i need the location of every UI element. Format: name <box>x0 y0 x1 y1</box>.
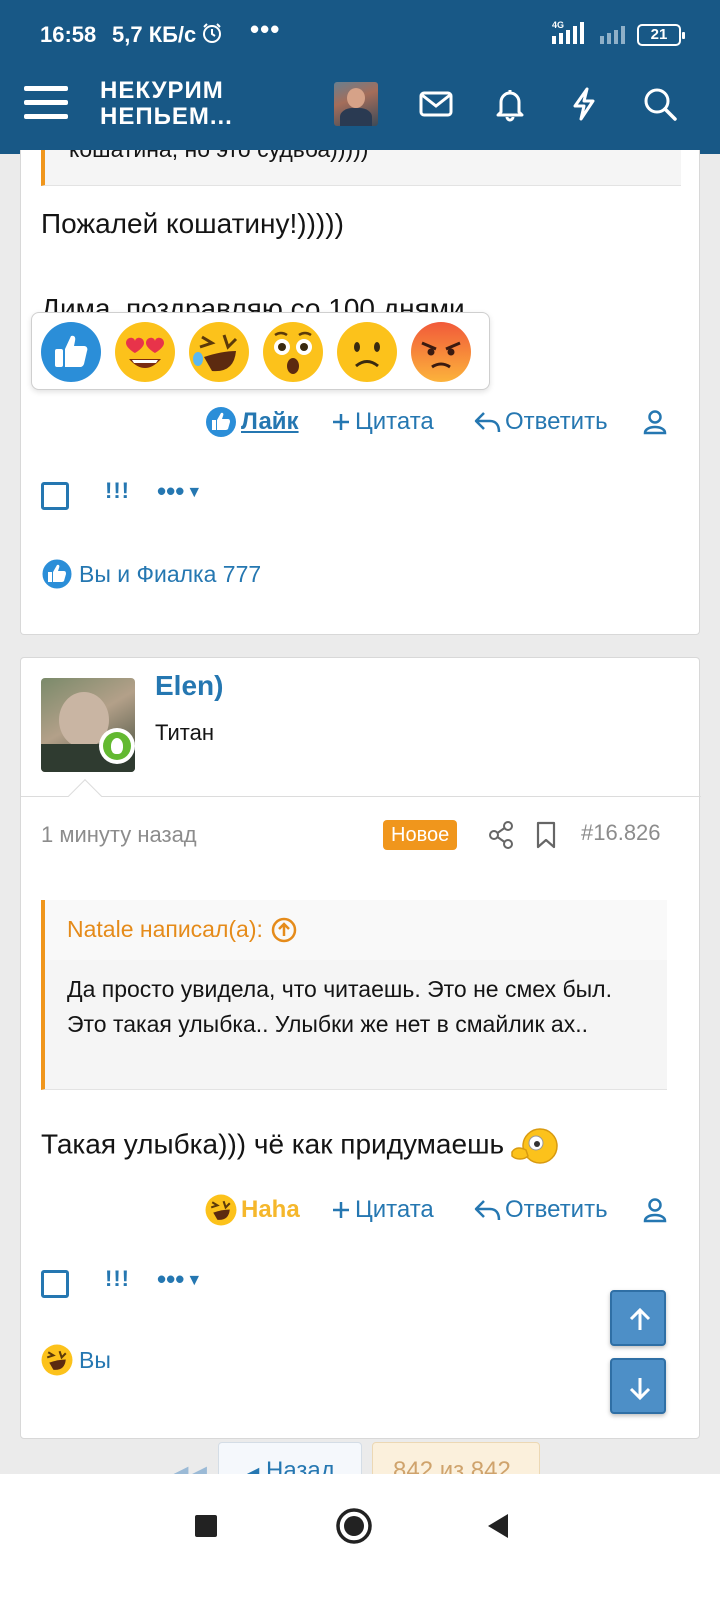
love-reaction-icon[interactable] <box>114 321 176 383</box>
battery-icon: 21 <box>637 24 685 46</box>
reaction-users: Вы <box>79 1346 111 1373</box>
app-header: НЕКУРИМ НЕПЬЕМ... <box>0 70 720 154</box>
recents-icon[interactable] <box>186 1506 226 1546</box>
user-title: Титан <box>155 720 214 745</box>
logo-line-1: НЕКУРИМ <box>100 77 224 104</box>
reply-icon <box>474 1200 501 1221</box>
sad-reaction-icon[interactable] <box>336 321 398 383</box>
inbox-icon[interactable] <box>418 86 454 122</box>
signal-icon <box>552 22 584 44</box>
user-menu-button[interactable] <box>643 1190 671 1230</box>
like-label: Лайк <box>241 408 299 435</box>
user-avatar[interactable] <box>334 82 378 126</box>
arrow-up-circle-icon <box>271 917 297 942</box>
reaction-picker <box>31 312 490 390</box>
post-card: Elen) Титан 1 минуту назад Новое #16.826… <box>20 657 701 1439</box>
reply-label: Ответить <box>505 408 608 435</box>
moderation-tools: !!! ••• ▼ <box>41 1264 241 1302</box>
signal-2-icon <box>600 26 625 44</box>
select-checkbox[interactable] <box>41 1270 69 1298</box>
post-card: кошатина, но это судьба))))) Пожалей кош… <box>20 150 700 635</box>
like-reaction-icon[interactable] <box>40 321 102 383</box>
user-icon <box>643 1198 667 1223</box>
alarm-icon <box>203 23 221 43</box>
bell-icon[interactable] <box>492 86 528 122</box>
quote-header: Natale написал(а): <box>45 900 667 960</box>
site-logo[interactable]: НЕКУРИМ НЕПЬЕМ... <box>100 78 233 130</box>
bookmark-icon[interactable] <box>535 820 557 850</box>
select-checkbox[interactable] <box>41 482 69 510</box>
new-badge: Новое <box>383 820 458 850</box>
arrow-down-icon <box>629 1378 651 1401</box>
share-icon[interactable] <box>487 820 515 850</box>
post-number-link[interactable]: #16.826 <box>581 820 661 846</box>
logo-line-2: НЕПЬЕМ... <box>100 103 233 130</box>
quote-button[interactable]: Цитата <box>331 402 434 442</box>
quote-label: Цитата <box>355 1196 434 1223</box>
post-actions: Haha Цитата Ответить <box>21 1190 701 1230</box>
quote-author-link[interactable]: Natale написал(а): <box>67 916 297 943</box>
moderation-tools: !!! ••• ▼ <box>41 476 241 514</box>
status-overflow-icon: ••• <box>250 14 281 44</box>
more-menu-button[interactable]: ••• ▼ <box>157 476 202 507</box>
plus-icon <box>333 1202 349 1218</box>
quote-text: Да просто увидела, что читаешь. Это не с… <box>67 976 612 1037</box>
post-message: Пожалей кошатину!))))) <box>41 208 344 239</box>
post-actions: Лайк Цитата Ответить <box>21 402 701 442</box>
status-network-speed: 5,7 КБ/с <box>112 22 197 47</box>
wow-reaction-icon[interactable] <box>262 321 324 383</box>
post-time[interactable]: 1 минуту назад <box>41 822 197 848</box>
quote-text: кошатина, но это судьба))))) <box>69 150 368 163</box>
username-link[interactable]: Elen) <box>155 670 223 702</box>
reaction-button[interactable]: Haha <box>205 1190 300 1230</box>
reaction-summary[interactable]: Вы <box>41 1344 111 1376</box>
report-button[interactable]: !!! <box>105 478 130 504</box>
quote-label: Цитата <box>355 408 434 435</box>
scroll-bottom-button[interactable] <box>610 1358 666 1414</box>
reply-label: Ответить <box>505 1196 608 1223</box>
haha-reaction-icon[interactable] <box>188 321 250 383</box>
angry-reaction-icon[interactable] <box>410 321 472 383</box>
arrow-up-icon <box>629 1307 651 1330</box>
quote-author: Natale написал(а): <box>67 916 263 942</box>
user-icon <box>643 410 667 435</box>
status-bar: 16:58 5,7 КБ/с ••• 4G 21 <box>0 0 720 70</box>
like-button[interactable]: Лайк <box>205 402 299 442</box>
system-nav-bar <box>0 1474 720 1600</box>
plus-icon <box>333 414 349 430</box>
report-button[interactable]: !!! <box>105 1266 130 1292</box>
haha-icon <box>205 1194 237 1226</box>
menu-icon[interactable] <box>24 86 68 126</box>
more-label: ••• <box>157 1264 185 1294</box>
quote-block: кошатина, но это судьба))))) <box>41 150 681 186</box>
more-label: ••• <box>157 476 185 506</box>
home-icon[interactable] <box>334 1506 374 1546</box>
chevron-down-icon: ▼ <box>186 1272 203 1289</box>
scroll-top-button[interactable] <box>610 1290 666 1346</box>
reply-icon <box>474 412 501 433</box>
post-message: Такая улыбка))) чё как придумаешь <box>41 1126 560 1166</box>
reaction-label: Haha <box>241 1196 300 1223</box>
lightning-icon[interactable] <box>566 86 602 122</box>
quote-block: Natale написал(а): Да просто увидела, чт… <box>41 900 667 1090</box>
reply-button[interactable]: Ответить <box>473 402 608 442</box>
online-status-icon <box>99 728 135 764</box>
divider <box>21 796 701 797</box>
reaction-users: Вы и Фиалка 777 <box>79 560 262 587</box>
chevron-down-icon: ▼ <box>186 484 203 501</box>
haha-icon <box>41 1344 73 1376</box>
reaction-summary[interactable]: Вы и Фиалка 777 <box>41 558 261 590</box>
divider-arrow <box>68 779 102 813</box>
thinking-smiley-icon <box>511 1128 558 1164</box>
user-menu-button[interactable] <box>643 402 671 442</box>
like-icon <box>41 558 73 590</box>
more-menu-button[interactable]: ••• ▼ <box>157 1264 202 1295</box>
post-message-text: Такая улыбка))) чё как придумаешь <box>41 1128 505 1160</box>
status-time: 16:58 <box>40 22 97 47</box>
quote-button[interactable]: Цитата <box>331 1190 434 1230</box>
like-icon <box>206 407 236 437</box>
reply-button[interactable]: Ответить <box>473 1190 608 1230</box>
back-icon[interactable] <box>480 1506 520 1546</box>
search-icon[interactable] <box>642 86 678 122</box>
